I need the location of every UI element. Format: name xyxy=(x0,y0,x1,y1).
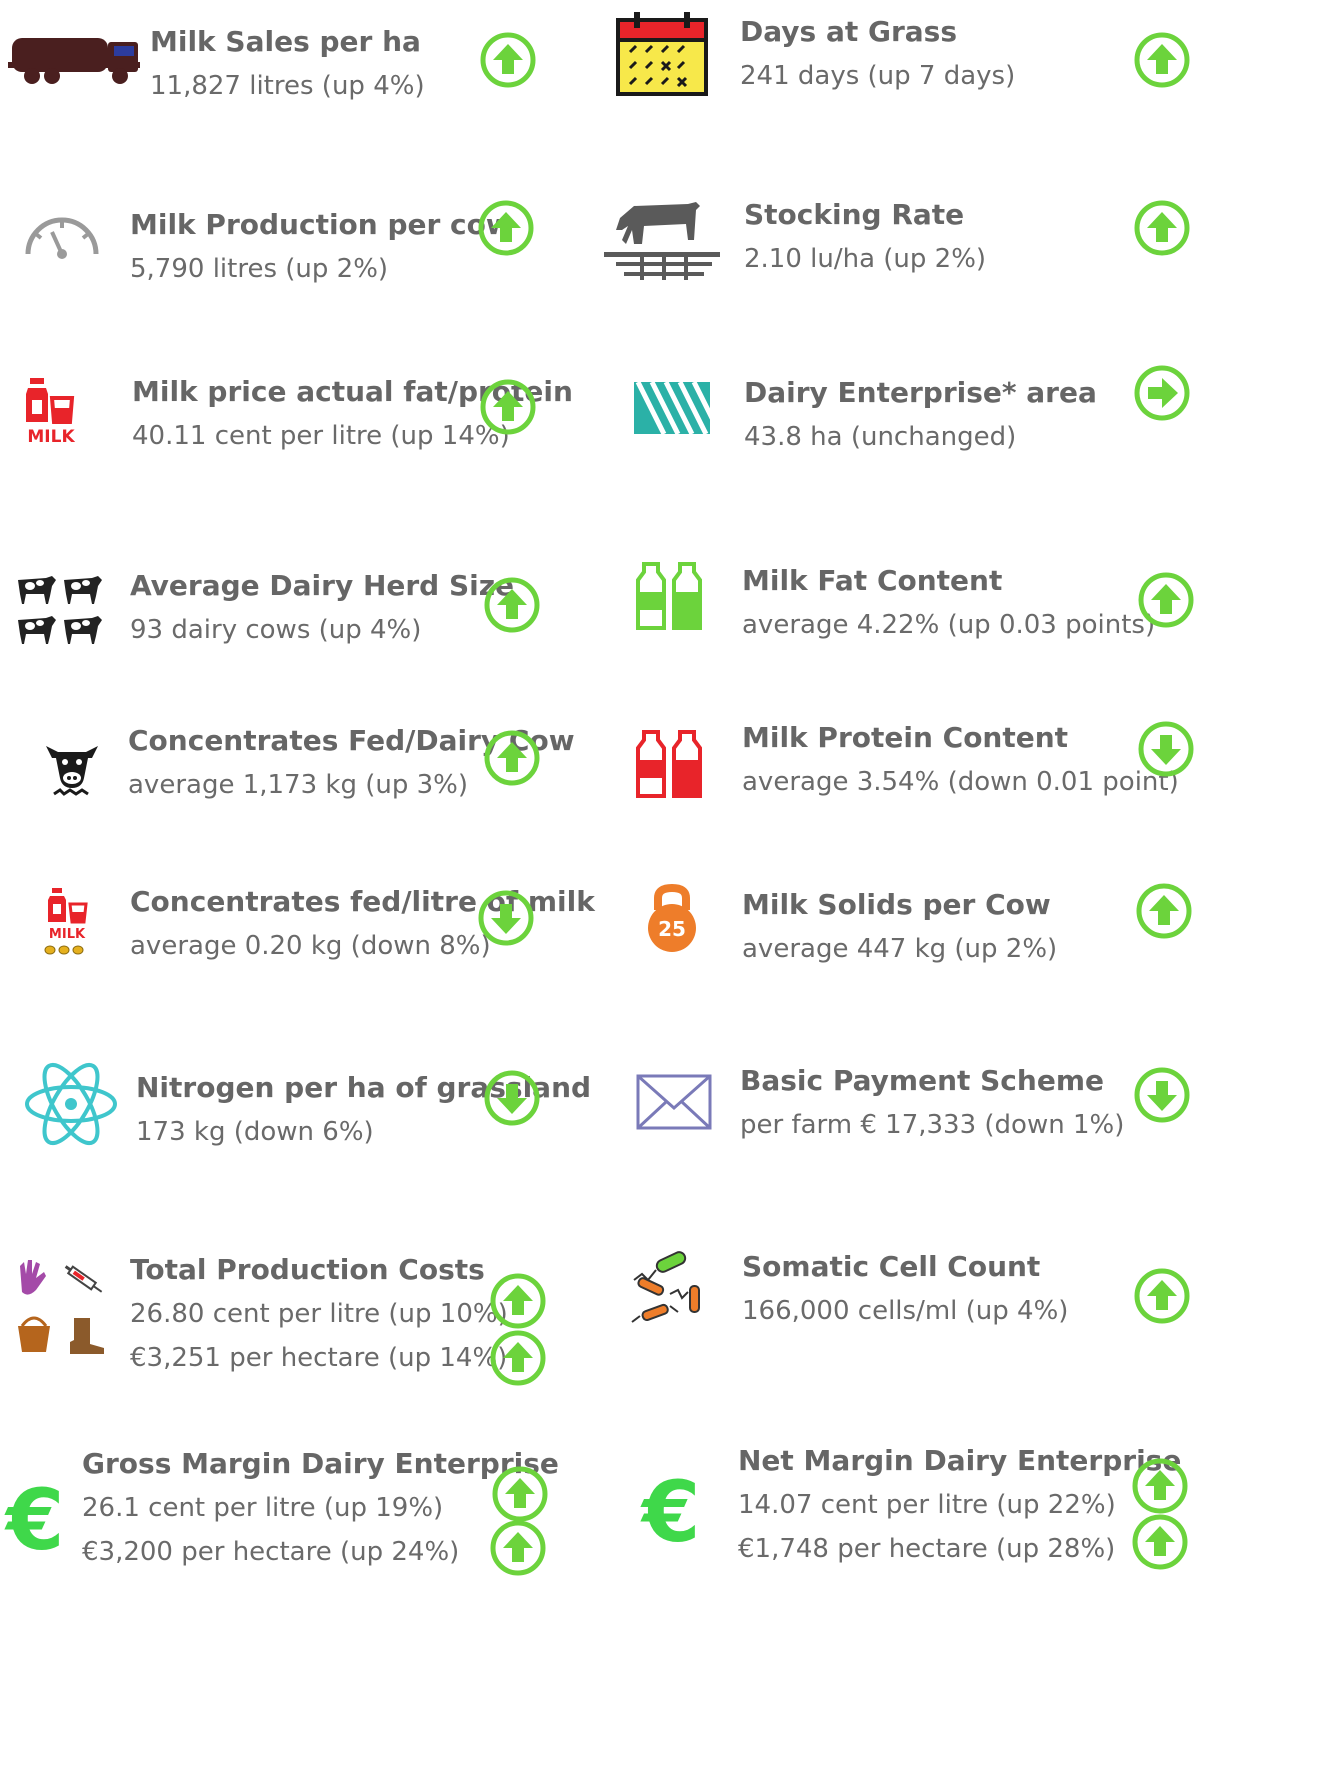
indicator-title: Average Dairy Herd Size xyxy=(130,569,515,602)
trend-up-icon xyxy=(1132,198,1192,258)
trend-up-icon xyxy=(482,728,542,788)
trend-up-icon xyxy=(488,1328,548,1388)
indicator-value: 43.8 ha (unchanged) xyxy=(744,422,1017,452)
indicator-value: 11,827 litres (up 4%) xyxy=(150,71,425,101)
farm-supplies-icon xyxy=(12,1258,104,1362)
trend-up-icon xyxy=(478,377,538,437)
indicator-value: average 447 kg (up 2%) xyxy=(742,934,1058,964)
trend-right-icon xyxy=(1132,363,1192,423)
indicator-title: Net Margin Dairy Enterprise xyxy=(738,1444,1182,1477)
indicator-value: average 4.22% (up 0.03 points) xyxy=(742,610,1156,640)
indicator-title: Dairy Enterprise* area xyxy=(744,376,1097,409)
indicator-value: 5,790 litres (up 2%) xyxy=(130,254,389,284)
trend-up-icon xyxy=(478,30,538,90)
trend-up-icon xyxy=(1136,570,1196,630)
indicator-value: average 3.54% (down 0.01 point) xyxy=(742,767,1179,797)
cow-herd-icon xyxy=(16,572,104,650)
indicator-title: Somatic Cell Count xyxy=(742,1250,1041,1283)
indicator-title: Milk Protein Content xyxy=(742,721,1069,754)
indicator-value-secondary: €3,251 per hectare (up 14%) xyxy=(130,1343,508,1373)
indicator-value: 166,000 cells/ml (up 4%) xyxy=(742,1296,1069,1326)
grazing-cow-icon xyxy=(604,200,720,288)
trend-up-icon xyxy=(1130,1456,1190,1516)
milk-bottle-icon: MILK xyxy=(24,378,78,448)
euro-icon: € xyxy=(6,1471,65,1569)
svg-text:MILK: MILK xyxy=(49,927,86,942)
indicator-title: Basic Payment Scheme xyxy=(740,1064,1104,1097)
gauge-icon xyxy=(22,214,102,266)
trend-down-icon xyxy=(1136,719,1196,779)
trend-up-icon xyxy=(488,1518,548,1578)
green-bottles-icon xyxy=(636,562,702,636)
indicator-value-secondary: €1,748 per hectare (up 28%) xyxy=(738,1534,1116,1564)
indicator-value: 26.80 cent per litre (up 10%) xyxy=(130,1299,508,1329)
euro-icon: € xyxy=(642,1463,701,1561)
trend-up-icon xyxy=(476,198,536,258)
milk-with-pellets-icon: MILK xyxy=(40,888,92,962)
trend-up-icon xyxy=(482,575,542,635)
indicator-title: Milk Solids per Cow xyxy=(742,888,1051,921)
svg-text:MILK: MILK xyxy=(27,427,75,447)
envelope-icon xyxy=(636,1074,712,1134)
kettlebell-icon: 25 xyxy=(644,883,700,956)
trend-up-icon xyxy=(490,1464,550,1524)
indicator-value: per farm € 17,333 (down 1%) xyxy=(740,1110,1125,1140)
field-area-icon xyxy=(634,382,710,438)
trend-down-icon xyxy=(476,888,536,948)
indicator-value: 241 days (up 7 days) xyxy=(740,61,1016,91)
indicator-title: Milk Fat Content xyxy=(742,564,1003,597)
trend-up-icon xyxy=(1132,1266,1192,1326)
indicator-title: Stocking Rate xyxy=(744,198,965,231)
indicator-title: Total Production Costs xyxy=(130,1253,485,1286)
trend-down-icon xyxy=(482,1068,542,1128)
cells-icon xyxy=(630,1250,714,1330)
trend-up-icon xyxy=(1130,1512,1190,1572)
calendar-icon xyxy=(616,12,708,100)
indicator-title: Days at Grass xyxy=(740,15,957,48)
indicator-title: Milk Production per cow xyxy=(130,208,512,241)
red-bottles-icon xyxy=(636,730,702,804)
svg-text:25: 25 xyxy=(658,917,686,941)
trend-up-icon xyxy=(1132,30,1192,90)
indicator-title: Gross Margin Dairy Enterprise xyxy=(82,1447,559,1480)
indicator-title: Milk Sales per ha xyxy=(150,25,421,58)
indicator-value: 93 dairy cows (up 4%) xyxy=(130,615,422,645)
cow-face-icon xyxy=(42,738,102,802)
indicator-value: 2.10 lu/ha (up 2%) xyxy=(744,244,987,274)
indicator-value: 14.07 cent per litre (up 22%) xyxy=(738,1490,1116,1520)
trend-up-icon xyxy=(488,1271,548,1331)
trend-down-icon xyxy=(1132,1065,1192,1125)
atom-icon xyxy=(24,1054,118,1158)
trend-up-icon xyxy=(1134,881,1194,941)
milk-tanker-truck-icon xyxy=(8,36,140,88)
